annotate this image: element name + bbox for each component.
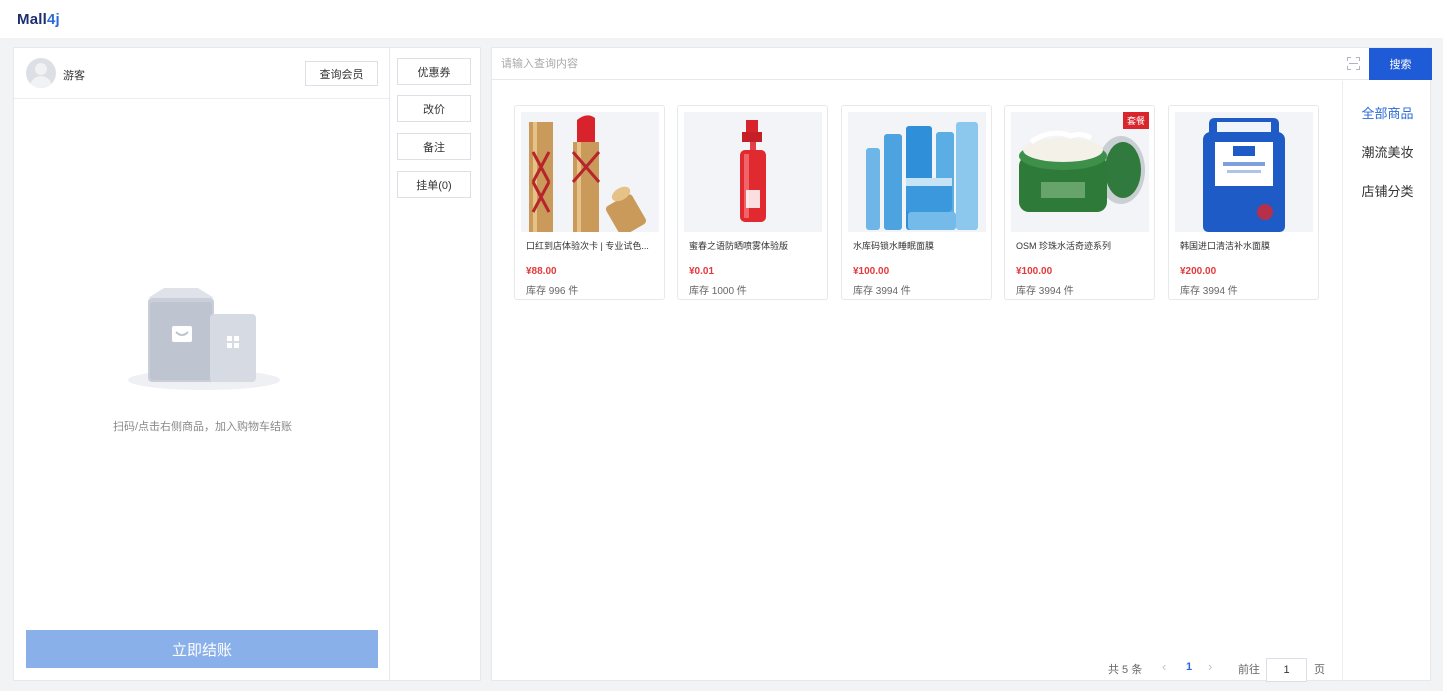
product-image: 套餐 <box>1011 112 1149 232</box>
product-price: ¥200.00 <box>1180 266 1217 277</box>
product-image <box>684 112 822 232</box>
product-name: 蜜春之语防晒喷雾体验版 <box>689 241 789 251</box>
product-name: 韩国进口清洁补水面膜 <box>1180 241 1271 251</box>
app-logo: Mall4j <box>17 11 60 28</box>
cream-jar-icon <box>1019 130 1145 212</box>
product-stock: 库存 996 件 <box>526 286 579 297</box>
category-sidebar: 全部商品 潮流美妆 店铺分类 <box>1342 81 1431 681</box>
category-beauty[interactable]: 潮流美妆 <box>1343 142 1432 161</box>
empty-cart-hint: 扫码/点击右侧商品，加入购物车结账 <box>112 421 293 433</box>
checkout-button[interactable]: 立即结账 <box>26 630 378 668</box>
top-bar: Mall4j <box>0 0 1443 38</box>
change-price-button[interactable]: 改价 <box>397 95 471 122</box>
avatar <box>26 58 56 88</box>
category-all[interactable]: 全部商品 <box>1343 103 1432 122</box>
product-price: ¥88.00 <box>526 266 557 277</box>
goto-page-input[interactable] <box>1266 658 1307 682</box>
spray-bottle-icon <box>740 120 766 222</box>
page-suffix: 页 <box>1314 664 1325 676</box>
scan-icon[interactable] <box>1347 57 1360 70</box>
product-stock: 库存 3994 件 <box>853 286 911 297</box>
product-image <box>521 112 659 232</box>
product-card[interactable]: 蜜春之语防晒喷雾体验版 ¥0.01 库存 1000 件 <box>677 105 828 300</box>
product-price: ¥100.00 <box>853 266 890 277</box>
remark-button[interactable]: 备注 <box>397 133 471 160</box>
action-panel: 优惠券 改价 备注 挂单(0) <box>390 47 481 681</box>
product-image <box>848 112 986 232</box>
logo-main: Mall <box>17 11 47 28</box>
search-bar <box>492 48 1369 80</box>
page-number-current[interactable]: 1 <box>1186 661 1192 673</box>
pagination-total: 共 5 条 <box>1108 664 1143 676</box>
guest-name: 游客 <box>63 70 85 82</box>
product-stock: 库存 1000 件 <box>689 286 747 297</box>
product-panel: 搜索 口红到店体验次卡 | 专业试色... ¥88.00 库存 996 件 <box>491 47 1432 682</box>
product-badge: 套餐 <box>1122 112 1149 129</box>
product-card[interactable]: 套餐 OSM 珍珠水活奇迹系列 ¥100.00 库存 3994 件 <box>1004 105 1155 300</box>
product-price: ¥0.01 <box>689 266 715 277</box>
product-name: 口红到店体验次卡 | 专业试色... <box>526 241 649 251</box>
category-store[interactable]: 店铺分类 <box>1343 181 1432 200</box>
product-image <box>1175 112 1313 232</box>
search-button[interactable]: 搜索 <box>1369 48 1432 80</box>
next-page-icon[interactable]: › <box>1208 659 1212 674</box>
hold-order-button[interactable]: 挂单(0) <box>397 171 471 198</box>
product-price: ¥100.00 <box>1016 266 1053 277</box>
product-stock: 库存 3994 件 <box>1180 286 1238 297</box>
face-mask-pack-icon <box>1203 118 1285 232</box>
search-input[interactable] <box>492 48 1332 79</box>
product-name: 水库码锁水睡眠面膜 <box>853 241 935 251</box>
product-stock: 库存 3994 件 <box>1016 286 1074 297</box>
skincare-set-icon <box>866 122 978 230</box>
query-member-button[interactable]: 查询会员 <box>305 61 378 86</box>
logo-accent: 4j <box>46 11 60 28</box>
product-name: OSM 珍珠水活奇迹系列 <box>1016 241 1112 251</box>
empty-cart-illustration-icon <box>128 288 280 390</box>
member-row: 游客 查询会员 <box>14 48 389 99</box>
product-card[interactable]: 口红到店体验次卡 | 专业试色... ¥88.00 库存 996 件 <box>514 105 665 300</box>
prev-page-icon[interactable]: ‹ <box>1162 659 1166 674</box>
coupon-button[interactable]: 优惠券 <box>397 58 471 85</box>
product-card[interactable]: 韩国进口清洁补水面膜 ¥200.00 库存 3994 件 <box>1168 105 1319 300</box>
goto-label: 前往 <box>1238 664 1260 676</box>
lipstick-icon <box>529 115 647 232</box>
product-card[interactable]: 水库码锁水睡眠面膜 ¥100.00 库存 3994 件 <box>841 105 992 300</box>
cart-panel: 游客 查询会员 扫码/点击右侧商品，加入购物车结账 立即结账 <box>13 47 390 681</box>
